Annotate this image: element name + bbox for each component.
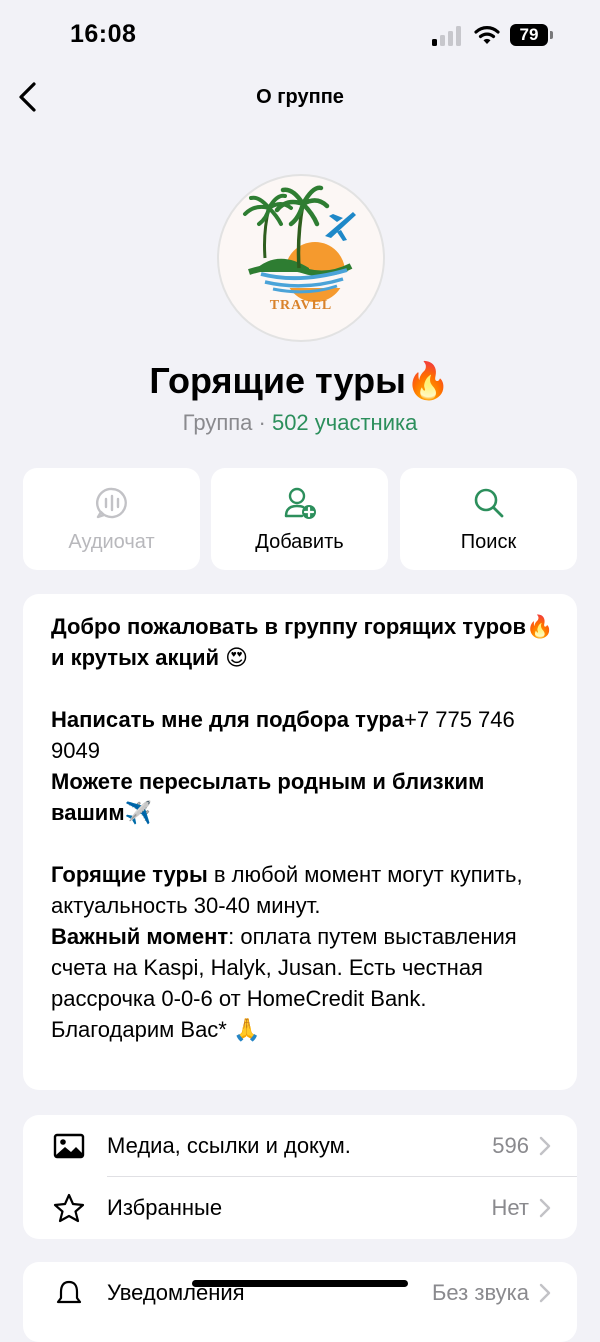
status-time: 16:08 xyxy=(70,20,137,48)
audio-chat-icon xyxy=(96,487,127,519)
search-icon xyxy=(474,488,504,518)
member-count[interactable]: 502 участника xyxy=(272,410,417,435)
battery-icon: 79 xyxy=(510,24,554,48)
bell-icon xyxy=(56,1280,82,1304)
avatar-text: TRAVEL xyxy=(269,298,333,313)
favorites-value: Нет xyxy=(491,1195,529,1220)
chevron-right-icon xyxy=(539,1198,551,1218)
notifications-value: Без звука xyxy=(431,1280,529,1305)
wifi-icon xyxy=(474,26,500,44)
page-title: О группе xyxy=(256,86,344,108)
signal-icon xyxy=(432,26,461,46)
search-button[interactable]: Поиск xyxy=(400,468,577,570)
audio-chat-button[interactable]: Аудиочат xyxy=(23,468,200,570)
settings-list: Уведомления Без звука xyxy=(23,1262,577,1342)
group-subtitle: Группа · 502 участника xyxy=(0,410,600,436)
share-text: Можете пересылать родным и близким вашим… xyxy=(51,769,485,825)
shared-content-list: Медиа, ссылки и докум. 596 Избранные Нет xyxy=(23,1115,577,1239)
group-avatar[interactable]: TRAVEL xyxy=(217,174,385,342)
audio-chat-label: Аудиочат xyxy=(68,531,155,553)
group-type: Группа · xyxy=(182,410,272,435)
search-label: Поиск xyxy=(460,531,517,553)
contact-text: Написать мне для подбора тура xyxy=(51,707,405,732)
add-user-icon xyxy=(284,487,316,519)
description-text[interactable]: Добро пожаловать в группу горящих туров🔥… xyxy=(51,611,561,1045)
favorites-label: Избранные xyxy=(107,1195,223,1220)
home-indicator[interactable] xyxy=(192,1280,408,1287)
group-name: Горящие туры🔥 xyxy=(149,360,451,401)
star-icon xyxy=(53,1193,85,1223)
favorites-row[interactable]: Избранные Нет xyxy=(23,1177,577,1239)
battery-level: 79 xyxy=(510,24,548,46)
hot-tours-bold: Горящие туры xyxy=(51,862,208,887)
media-links-docs-row[interactable]: Медиа, ссылки и докум. 596 xyxy=(23,1115,577,1177)
chevron-right-icon xyxy=(539,1136,551,1156)
description-card: Добро пожаловать в группу горящих туров🔥… xyxy=(23,594,577,1090)
photo-icon xyxy=(53,1133,85,1159)
thanks-text: Благодарим Вас* 🙏 xyxy=(51,1017,261,1042)
media-label: Медиа, ссылки и докум. xyxy=(107,1133,351,1158)
add-member-button[interactable]: Добавить xyxy=(211,468,388,570)
welcome-text: Добро пожаловать в группу горящих туров🔥… xyxy=(51,614,554,670)
travel-logo-icon xyxy=(239,185,363,302)
media-count: 596 xyxy=(492,1133,529,1158)
notifications-row[interactable]: Уведомления Без звука xyxy=(23,1262,577,1324)
add-member-label: Добавить xyxy=(255,531,344,553)
important-bold: Важный момент xyxy=(51,924,229,949)
chevron-right-icon xyxy=(539,1283,551,1303)
